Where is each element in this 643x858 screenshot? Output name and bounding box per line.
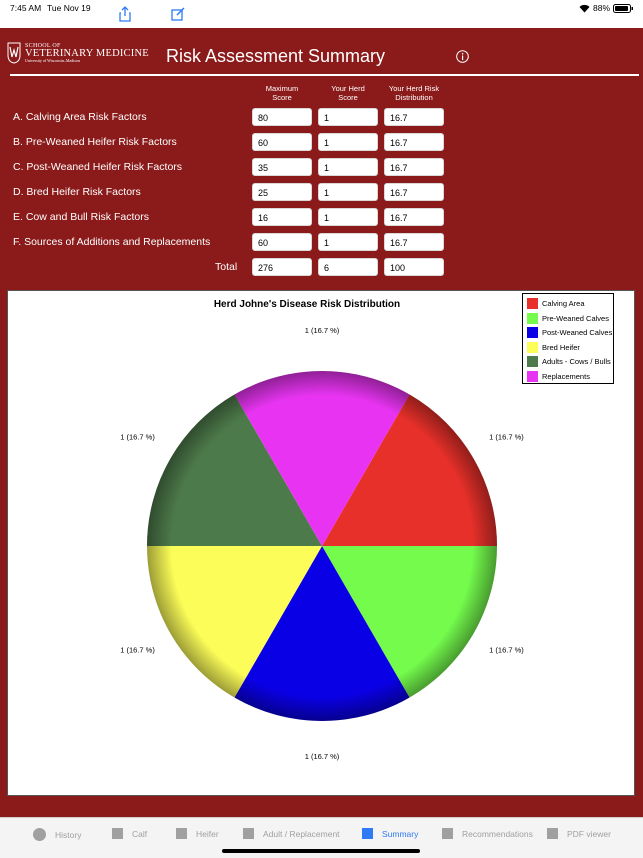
row-label: E. Cow and Bull Risk Factors <box>13 211 149 223</box>
legend-item: Pre-Weaned Calves <box>527 312 609 324</box>
total-label: Total <box>215 261 238 273</box>
max-score-field[interactable]: 60 <box>252 233 312 251</box>
logo-uw-text: University of Wisconsin–Madison <box>25 58 80 64</box>
max-score-field[interactable]: 16 <box>252 208 312 226</box>
legend-label: Calving Area <box>542 299 585 308</box>
max-score-field[interactable]: 35 <box>252 158 312 176</box>
legend-swatch <box>527 356 538 367</box>
col-header-max: Maximum Score <box>265 84 299 102</box>
tab-label: Summary <box>382 828 419 839</box>
tab-label: PDF viewer <box>567 828 611 839</box>
chart-legend: Calving Area Pre-Weaned Calves Post-Weaned… <box>522 293 614 384</box>
slice-label: 1 (16.7 %) <box>305 752 340 761</box>
status-date: Tue Nov 19 <box>47 3 91 13</box>
battery-percent: 88% <box>592 3 610 13</box>
row-label: D. Bred Heifer Risk Factors <box>13 186 141 198</box>
tab-recommendations[interactable]: Recommendations <box>442 828 533 839</box>
herd-score-field[interactable]: 1 <box>318 158 378 176</box>
info-icon[interactable] <box>456 50 469 63</box>
row-label: C. Post-Weaned Heifer Risk Factors <box>13 161 183 173</box>
herd-score-field[interactable]: 1 <box>318 133 378 151</box>
legend-label: Bred Heifer <box>542 342 580 352</box>
slice-label: 1 (16.7 %) <box>120 433 155 442</box>
home-indicator <box>222 849 420 853</box>
slice-label: 1 (16.7 %) <box>120 646 155 655</box>
battery-icon <box>613 3 633 13</box>
tab-calf[interactable]: Calf <box>112 828 147 839</box>
compose-icon[interactable] <box>170 6 186 22</box>
pie-chart: Herd Johne's Disease Risk Distribution 1… <box>7 290 635 796</box>
pie-shading <box>147 371 497 721</box>
herd-score-field[interactable]: 1 <box>318 108 378 126</box>
tab-pdf-viewer[interactable]: PDF viewer <box>547 828 611 839</box>
slice-label: 1 (16.7 %) <box>489 433 524 442</box>
dist-score-field[interactable]: 16.7 <box>384 108 444 126</box>
tab-history[interactable]: History <box>33 828 81 841</box>
legend-item: Post-Weaned Calves <box>527 327 612 338</box>
status-bar: 7:45 AM Tue Nov 19 88% <box>0 0 643 28</box>
max-score-field[interactable]: 25 <box>252 183 312 201</box>
square-icon <box>547 828 558 839</box>
dist-score-field[interactable]: 16.7 <box>384 208 444 226</box>
dist-score-field[interactable]: 16.7 <box>384 158 444 176</box>
herd-score-field[interactable]: 1 <box>318 208 378 226</box>
legend-swatch <box>527 370 538 382</box>
legend-swatch <box>527 312 538 324</box>
legend-swatch <box>527 298 538 309</box>
legend-label: Adults - Cows / Bulls <box>542 357 611 366</box>
max-score-field[interactable]: 80 <box>252 108 312 126</box>
square-icon <box>362 828 373 839</box>
slice-label: 1 (16.7 %) <box>305 326 340 335</box>
status-time: 7:45 AM <box>10 3 42 13</box>
slice-label: 1 (16.7 %) <box>489 646 524 655</box>
tab-label: Recommendations <box>462 828 533 839</box>
row-label: A. Calving Area Risk Factors <box>13 111 147 123</box>
share-icon[interactable] <box>117 6 133 22</box>
total-max-field[interactable]: 276 <box>252 258 312 276</box>
tab-summary[interactable]: Summary <box>362 828 418 839</box>
legend-label: Pre-Weaned Calves <box>542 313 609 323</box>
wifi-icon <box>579 4 590 12</box>
dist-score-field[interactable]: 16.7 <box>384 233 444 251</box>
row-label: F. Sources of Additions and Replacements <box>13 236 211 248</box>
herd-score-field[interactable]: 1 <box>318 233 378 251</box>
legend-swatch <box>527 327 538 338</box>
tab-label: Heifer <box>196 828 219 839</box>
app-header: SCHOOL OF VETERINARY MEDICINE University… <box>0 28 643 76</box>
legend-label: Post-Weaned Calves <box>542 328 613 337</box>
dist-score-field[interactable]: 16.7 <box>384 183 444 201</box>
summary-panel: Maximum Score Your Herd Score Your Herd Ri… <box>0 76 643 817</box>
crest-icon <box>7 42 21 64</box>
col-header-dist: Your Herd Risk Distribution <box>388 84 440 102</box>
col-header-herd: Your Herd Score <box>331 84 365 102</box>
square-icon <box>176 828 187 839</box>
herd-score-field[interactable]: 1 <box>318 183 378 201</box>
square-icon <box>243 828 254 839</box>
legend-item: Calving Area <box>527 298 585 309</box>
legend-item: Bred Heifer <box>527 341 580 353</box>
tab-heifer[interactable]: Heifer <box>176 828 219 839</box>
school-logo: SCHOOL OF VETERINARY MEDICINE University… <box>7 42 149 64</box>
row-label: B. Pre-Weaned Heifer Risk Factors <box>13 136 177 148</box>
legend-item: Replacements <box>527 370 590 382</box>
tab-label: Calf <box>132 828 148 839</box>
tab-label: Adult / Replacement <box>263 828 340 839</box>
square-icon <box>442 828 453 839</box>
status-indicators: 88% <box>579 3 633 13</box>
total-herd-field[interactable]: 6 <box>318 258 378 276</box>
legend-item: Adults - Cows / Bulls <box>527 356 611 367</box>
tab-label: History <box>55 829 82 840</box>
square-icon <box>112 828 123 839</box>
legend-label: Replacements <box>542 371 590 381</box>
dist-score-field[interactable]: 16.7 <box>384 133 444 151</box>
page-title: Risk Assessment Summary <box>166 46 386 66</box>
circle-icon <box>33 828 46 841</box>
total-dist-field[interactable]: 100 <box>384 258 444 276</box>
max-score-field[interactable]: 60 <box>252 133 312 151</box>
legend-swatch <box>527 341 538 353</box>
tab-adult-replacement[interactable]: Adult / Replacement <box>243 828 340 839</box>
